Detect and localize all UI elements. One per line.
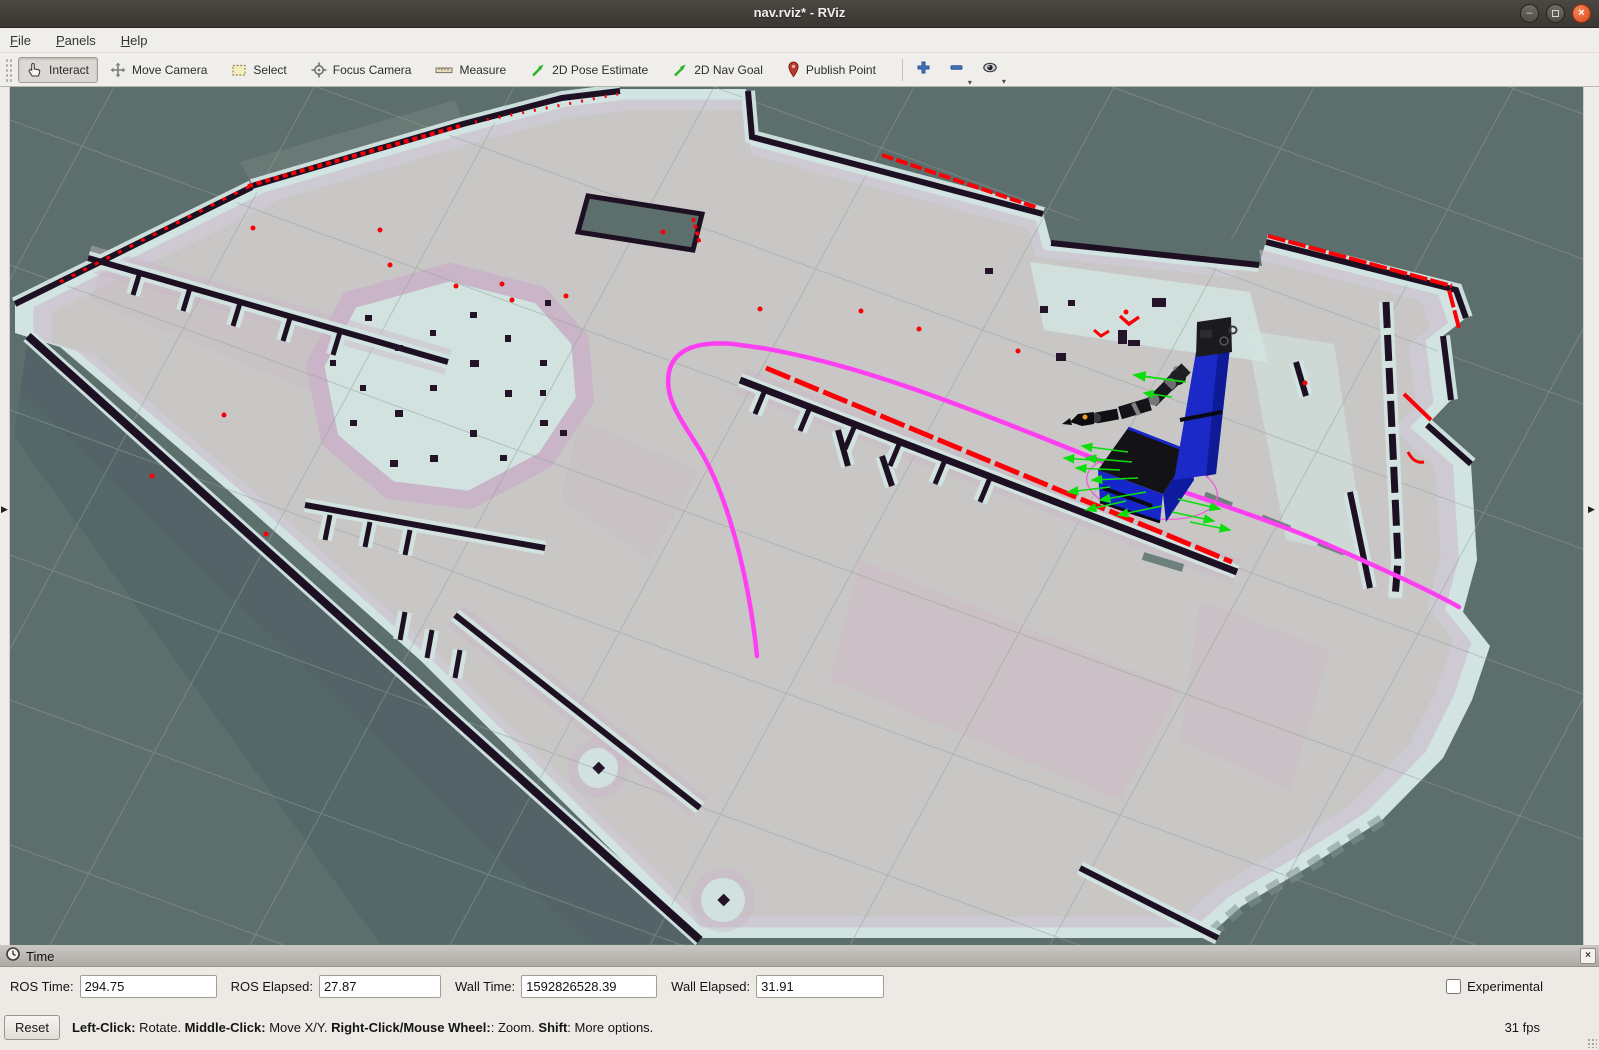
- tool-select-button[interactable]: Select: [231, 62, 287, 78]
- hand-cursor-icon: [27, 62, 43, 78]
- left-panel-collapsed-strip[interactable]: ▶: [0, 87, 10, 945]
- map-pin-icon: [787, 61, 800, 78]
- tool-2d-pose-estimate-button[interactable]: 2D Pose Estimate: [530, 62, 648, 78]
- menu-file[interactable]: File: [10, 33, 31, 48]
- add-tool-plus-icon: [915, 59, 932, 81]
- ros-time-input[interactable]: [79, 974, 217, 998]
- tool-measure-button[interactable]: Measure: [435, 62, 506, 78]
- tool-label: Publish Point: [805, 62, 876, 77]
- move-arrows-icon: [110, 62, 126, 78]
- close-icon[interactable]: ×: [1572, 4, 1591, 23]
- camera-type-button[interactable]: ▾: [981, 60, 1006, 86]
- right-panel-collapsed-strip[interactable]: ▶: [1583, 87, 1599, 945]
- camera-eye-icon: [981, 60, 999, 80]
- ros-time-label: ROS Time:: [10, 978, 74, 994]
- mouse-help-text: Left-Click: Rotate. Middle-Click: Move X…: [71, 1020, 654, 1035]
- menubar: File Panels Help: [0, 28, 1599, 53]
- expand-panel-icon[interactable]: ▶: [1, 504, 8, 515]
- minimize-icon[interactable]: –: [1520, 4, 1539, 23]
- experimental-option: Experimental: [1446, 978, 1543, 994]
- time-panel-title: Time: [26, 948, 55, 964]
- 3d-scene[interactable]: [10, 87, 1583, 945]
- resize-grip-icon[interactable]: [1587, 1038, 1597, 1048]
- focus-crosshair-icon: [311, 62, 327, 78]
- wall-time-label: Wall Time:: [454, 978, 516, 994]
- remove-tool-button[interactable]: ▾: [948, 59, 972, 87]
- selection-box-icon: [231, 62, 247, 78]
- expand-panel-icon[interactable]: ▶: [1588, 504, 1595, 515]
- toolbar-grip-handle[interactable]: [5, 57, 12, 82]
- window-title: nav.rviz* - RViz: [753, 5, 846, 20]
- remove-tool-minus-icon: [948, 59, 965, 81]
- toolbar-separator: [901, 58, 903, 81]
- menu-help[interactable]: Help: [121, 33, 148, 48]
- tool-interact-button[interactable]: Interact: [18, 56, 99, 83]
- wall-elapsed-label: Wall Elapsed:: [671, 978, 751, 994]
- tool-label: Focus Camera: [332, 62, 412, 77]
- tool-label: Interact: [49, 62, 90, 77]
- maximize-icon[interactable]: [1546, 4, 1565, 23]
- add-tool-button[interactable]: [915, 59, 932, 81]
- tool-label: Select: [253, 62, 287, 77]
- time-panel-header[interactable]: Time ×: [0, 946, 1599, 967]
- chevron-down-icon[interactable]: ▾: [1002, 77, 1006, 86]
- fps-counter: 31 fps: [1504, 1020, 1540, 1035]
- clock-icon: [6, 946, 20, 966]
- time-fields-row: ROS Time: ROS Elapsed: Wall Time: Wall E…: [0, 967, 1599, 1005]
- status-bar: Reset Left-Click: Rotate. Middle-Click: …: [0, 1005, 1599, 1050]
- tool-label: 2D Pose Estimate: [552, 62, 649, 77]
- tool-publish-point-button[interactable]: Publish Point: [787, 61, 876, 78]
- wall-time-input[interactable]: [521, 974, 658, 998]
- maximize-glyph: [1552, 10, 1559, 17]
- time-panel: Time × ROS Time: ROS Elapsed: Wall Time:…: [0, 945, 1599, 1005]
- tool-label: 2D Nav Goal: [694, 62, 763, 77]
- window-controls: – ×: [1520, 4, 1591, 23]
- experimental-label: Experimental: [1467, 978, 1543, 994]
- tool-2d-nav-goal-button[interactable]: 2D Nav Goal: [672, 62, 763, 78]
- tool-focus-camera-button[interactable]: Focus Camera: [311, 62, 412, 78]
- chevron-down-icon[interactable]: ▾: [968, 78, 972, 87]
- ros-elapsed-input[interactable]: [318, 974, 441, 998]
- ros-elapsed-label: ROS Elapsed:: [230, 978, 313, 994]
- tool-label: Move Camera: [132, 62, 208, 77]
- experimental-checkbox[interactable]: [1446, 978, 1462, 994]
- 3d-viewport[interactable]: ▶ ▶: [0, 87, 1599, 945]
- wall-elapsed-input[interactable]: [756, 974, 885, 998]
- green-arrow-icon: [672, 62, 688, 78]
- ruler-icon: [435, 62, 453, 78]
- green-arrow-icon: [530, 62, 546, 78]
- close-icon[interactable]: ×: [1580, 948, 1596, 964]
- tool-label: Measure: [459, 62, 507, 77]
- tool-move-camera-button[interactable]: Move Camera: [110, 62, 207, 78]
- menu-panels[interactable]: Panels: [56, 33, 96, 48]
- titlebar[interactable]: nav.rviz* - RViz – ×: [0, 0, 1599, 28]
- toolbar: Interact Move Camera Select Focus Camera…: [0, 53, 1599, 87]
- reset-button[interactable]: Reset: [4, 1015, 60, 1040]
- rviz-window: nav.rviz* - RViz – × File Panels Help In…: [0, 0, 1599, 1050]
